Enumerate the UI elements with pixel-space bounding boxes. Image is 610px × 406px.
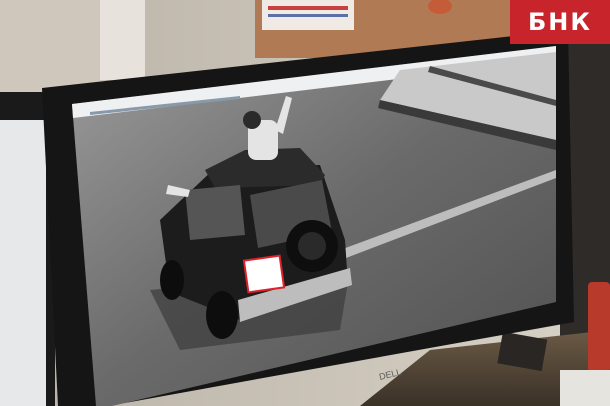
wall-panel-left	[0, 0, 105, 92]
photo-scene: DELL	[0, 0, 610, 406]
license-plate-box	[242, 254, 286, 294]
suv-side-window	[185, 185, 245, 240]
door-frame	[100, 0, 145, 80]
person-head	[243, 111, 261, 129]
spare-tire-hub	[298, 232, 326, 260]
paper	[560, 370, 610, 406]
rear-wheel	[206, 291, 238, 339]
poster-strip-2	[268, 14, 348, 17]
watermark-logo: БНК	[510, 0, 610, 44]
front-wheel	[160, 260, 184, 300]
poster-strip	[268, 6, 348, 10]
left-monitor-screen	[0, 120, 46, 406]
red-cup	[588, 282, 610, 372]
